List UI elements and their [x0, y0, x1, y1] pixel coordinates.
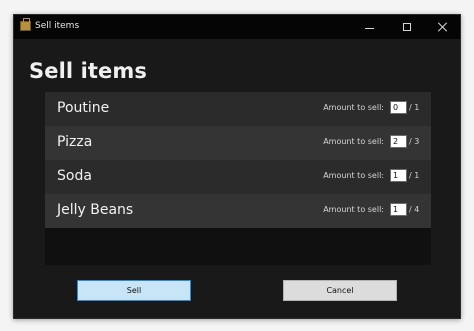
amount-input[interactable]: 1	[390, 203, 407, 216]
available-quantity: / 1	[409, 171, 420, 180]
window-titlebar[interactable]: Sell items	[14, 15, 460, 39]
item-name: Poutine	[57, 100, 110, 116]
amount-input[interactable]: 1	[390, 169, 407, 182]
list-item: Poutine Amount to sell: 0 / 1	[45, 92, 431, 126]
available-quantity: / 4	[409, 205, 420, 214]
window-title: Sell items	[35, 21, 80, 31]
close-button[interactable]	[426, 15, 460, 39]
items-list: Poutine Amount to sell: 0 / 1 Pizza Amou…	[45, 92, 431, 265]
briefcase-icon	[20, 18, 31, 31]
page-title: Sell items	[29, 59, 147, 83]
list-item: Soda Amount to sell: 1 / 1	[45, 160, 431, 194]
maximize-icon	[403, 23, 411, 31]
item-name: Jelly Beans	[57, 202, 134, 218]
amount-input[interactable]: 2	[390, 135, 407, 148]
sell-button[interactable]: Sell	[77, 280, 191, 301]
available-quantity: / 1	[409, 103, 420, 112]
item-name: Soda	[57, 168, 92, 184]
list-item: Jelly Beans Amount to sell: 1 / 4	[45, 194, 431, 228]
maximize-button[interactable]	[390, 15, 424, 39]
close-icon	[438, 22, 448, 32]
cancel-button[interactable]: Cancel	[283, 280, 397, 301]
minimize-button[interactable]	[352, 15, 386, 39]
amount-to-sell-label: Amount to sell:	[323, 103, 384, 112]
amount-to-sell-label: Amount to sell:	[323, 171, 384, 180]
sell-items-window: Sell items Sell items Poutine Amount to …	[13, 14, 461, 319]
amount-input[interactable]: 0	[390, 101, 407, 114]
amount-to-sell-label: Amount to sell:	[323, 137, 384, 146]
amount-to-sell-label: Amount to sell:	[323, 205, 384, 214]
list-item: Pizza Amount to sell: 2 / 3	[45, 126, 431, 160]
minimize-icon	[364, 27, 374, 29]
item-name: Pizza	[57, 134, 93, 150]
available-quantity: / 3	[409, 137, 420, 146]
